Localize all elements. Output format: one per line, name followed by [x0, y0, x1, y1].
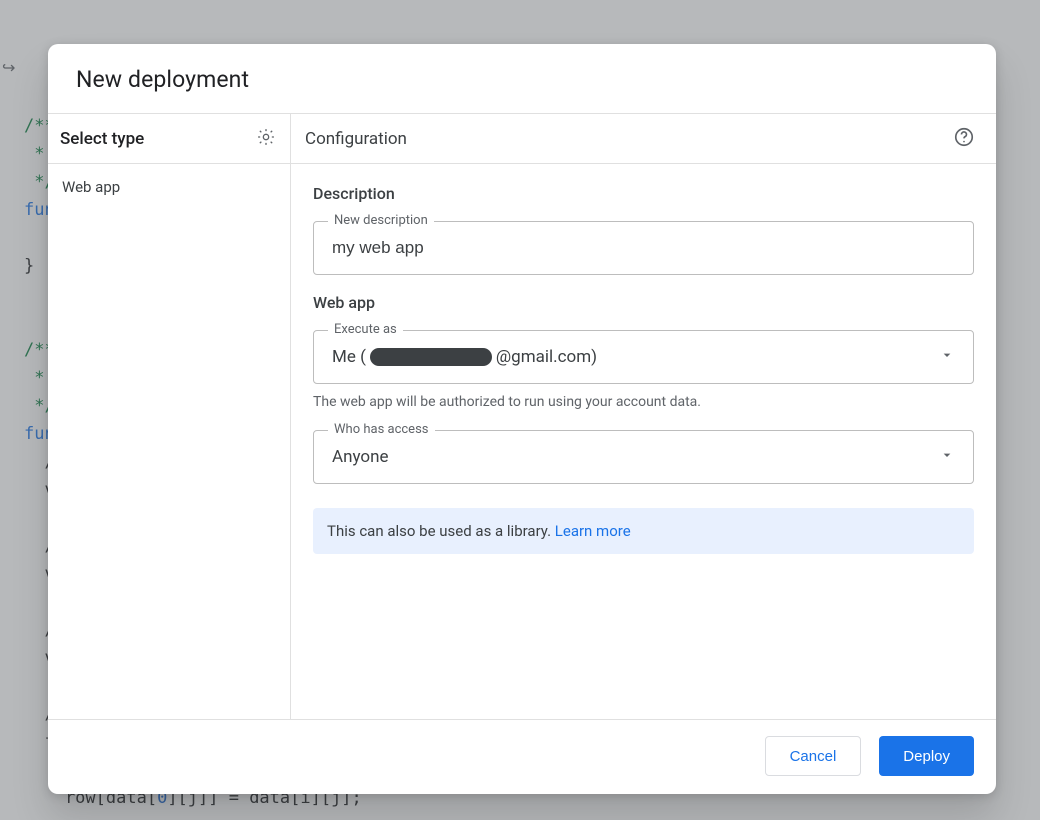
execute-as-label: Execute as — [328, 322, 403, 337]
description-field-label: New description — [328, 213, 434, 228]
execute-as-suffix: @gmail.com) — [496, 347, 597, 367]
gear-icon — [256, 127, 276, 150]
webapp-section-title: Web app — [313, 293, 974, 312]
execute-as-field[interactable]: Execute as Me (@gmail.com) — [313, 330, 974, 384]
type-item-web-app[interactable]: Web app — [48, 164, 290, 210]
who-has-access-value: Anyone — [332, 447, 389, 467]
description-input[interactable] — [332, 238, 955, 258]
configuration-body: Description New description Web app Exec… — [291, 164, 996, 719]
library-info-text: This can also be used as a library. — [327, 522, 555, 540]
deploy-button[interactable]: Deploy — [879, 736, 974, 776]
configuration-header: Configuration — [291, 114, 996, 164]
select-type-title: Select type — [60, 129, 144, 149]
dialog-title: New deployment — [76, 66, 968, 93]
configuration-help-button[interactable] — [950, 125, 978, 153]
dialog-header: New deployment — [48, 44, 996, 113]
select-type-pane: Select type Web app — [48, 114, 291, 719]
dialog-footer: Cancel Deploy — [48, 720, 996, 794]
who-has-access-field[interactable]: Who has access Anyone — [313, 430, 974, 484]
learn-more-link[interactable]: Learn more — [555, 522, 631, 540]
cancel-button[interactable]: Cancel — [765, 736, 862, 776]
chevron-down-icon — [939, 347, 955, 367]
configuration-title: Configuration — [305, 129, 407, 149]
help-icon — [953, 126, 975, 151]
configuration-pane: Configuration Description New descriptio… — [291, 114, 996, 719]
execute-as-prefix: Me ( — [332, 347, 366, 367]
description-field[interactable]: New description — [313, 221, 974, 275]
redacted-email — [370, 348, 492, 366]
execute-as-value: Me ( @gmail.com) — [332, 347, 597, 367]
select-type-header: Select type — [48, 114, 290, 164]
library-info-banner: This can also be used as a library. Lear… — [313, 508, 974, 554]
dialog-body: Select type Web app Configuration — [48, 113, 996, 720]
description-section-title: Description — [313, 184, 974, 203]
new-deployment-dialog: New deployment Select type Web app Co — [48, 44, 996, 794]
select-type-gear-button[interactable] — [252, 125, 280, 153]
chevron-down-icon — [939, 447, 955, 467]
execute-as-helper: The web app will be authorized to run us… — [313, 394, 974, 410]
who-has-access-label: Who has access — [328, 422, 435, 437]
